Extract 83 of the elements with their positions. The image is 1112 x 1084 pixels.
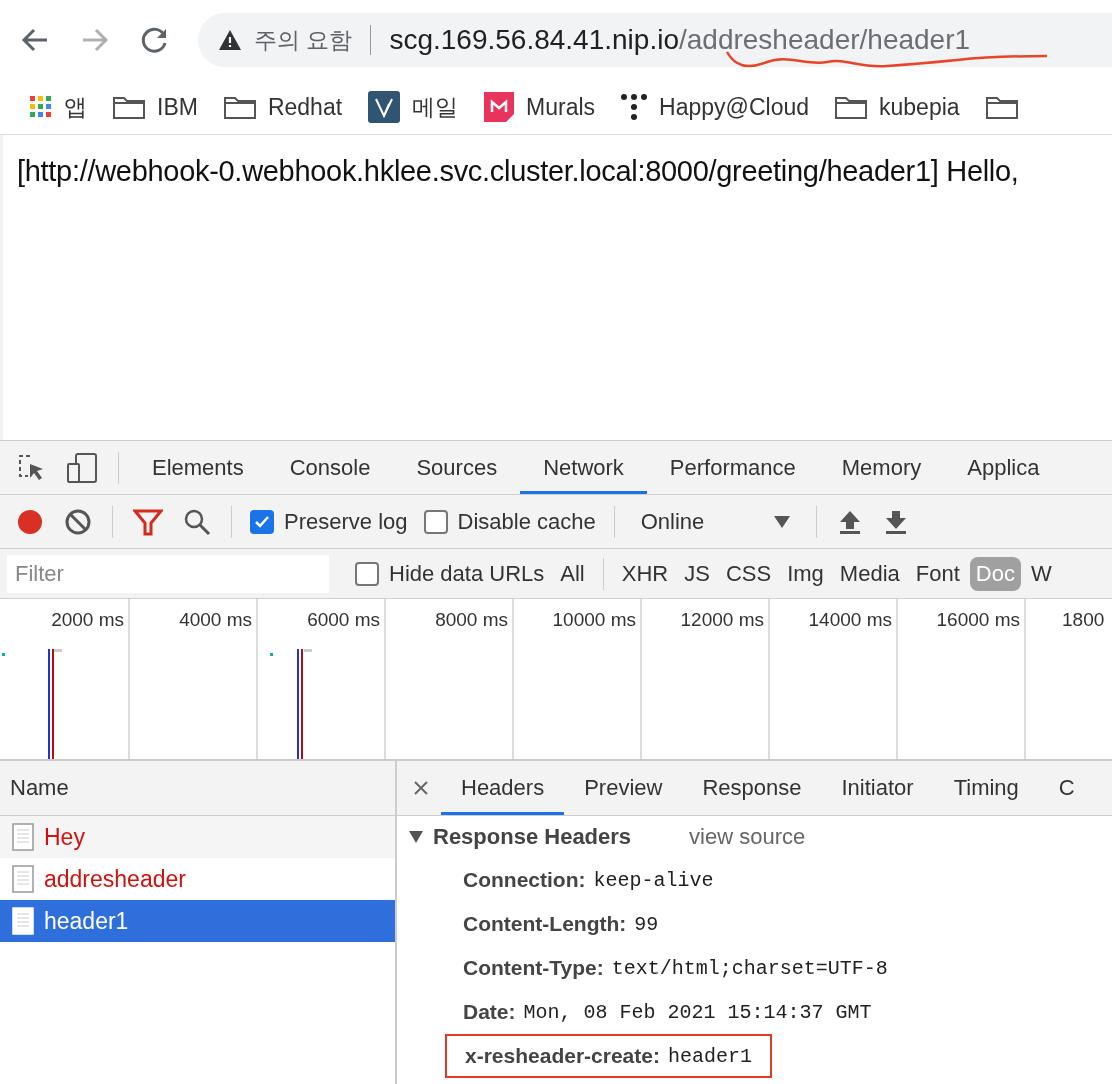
header-value: Mon, 08 Feb 2021 15:14:37 GMT bbox=[523, 1000, 872, 1024]
type-filter-button[interactable]: Font bbox=[909, 556, 966, 591]
devtools-tab[interactable]: Applica bbox=[944, 441, 1063, 494]
time-tick-label: 8000 ms bbox=[435, 609, 508, 632]
warning-icon bbox=[218, 29, 242, 51]
bookmark-item[interactable]: IBM bbox=[113, 93, 198, 121]
detail-tab[interactable]: Response bbox=[682, 761, 822, 815]
type-filter-button[interactable]: W bbox=[1024, 556, 1058, 591]
checkbox[interactable] bbox=[250, 509, 274, 534]
type-filter-button[interactable]: Img bbox=[781, 556, 830, 591]
view-source-link[interactable]: view source bbox=[689, 824, 806, 850]
dropdown-arrow-icon bbox=[774, 515, 791, 528]
header-value: text/html;charset=UTF-8 bbox=[611, 956, 888, 980]
header-name: x-resheader-create: bbox=[465, 1044, 660, 1068]
detail-tab[interactable]: Preview bbox=[564, 761, 683, 815]
section-title: Response Headers bbox=[433, 824, 632, 850]
throttling-select[interactable]: Online bbox=[634, 507, 797, 536]
bookmark-item[interactable]: 메일 bbox=[368, 91, 459, 123]
bookmark-item[interactable]: Redhat bbox=[223, 93, 343, 121]
record-button[interactable] bbox=[16, 507, 44, 536]
detail-tab[interactable]: Headers bbox=[441, 761, 565, 815]
devtools-tab[interactable]: Performance bbox=[646, 441, 819, 494]
bookmark-item[interactable]: Murals bbox=[484, 92, 596, 122]
header-name: Date: bbox=[463, 1000, 516, 1024]
document-icon bbox=[12, 865, 34, 893]
time-tick-label: 1800 bbox=[1062, 609, 1105, 632]
column-header: Name bbox=[10, 775, 69, 801]
header-name: Content-Length: bbox=[463, 912, 627, 936]
search-icon[interactable] bbox=[183, 507, 211, 536]
type-filter-button[interactable]: XHR bbox=[615, 556, 675, 591]
header-value: header1 bbox=[667, 1044, 752, 1068]
request-row[interactable]: header1 bbox=[0, 900, 395, 942]
folder-icon bbox=[113, 95, 145, 119]
request-row[interactable]: Hey bbox=[0, 816, 395, 858]
address-bar[interactable]: 주의 요함 scg.169.56.84.41.nip.io/addresheader/header1 bbox=[198, 13, 1112, 67]
time-tick-label: 10000 ms bbox=[552, 609, 636, 632]
time-tick-label: 6000 ms bbox=[307, 609, 380, 632]
bookmark-item[interactable]: 앱 bbox=[30, 91, 87, 123]
type-filter-button[interactable]: JS bbox=[678, 556, 716, 591]
filter-icon[interactable] bbox=[133, 507, 163, 536]
document-icon bbox=[12, 823, 34, 851]
type-filter-button[interactable]: All bbox=[554, 556, 591, 591]
detail-tab[interactable]: Initiator bbox=[821, 761, 934, 815]
type-filter-button[interactable]: CSS bbox=[719, 556, 778, 591]
page-text: [http://webhook-0.webhook.hklee.svc.cluster.local:8000/greeting/header1] Hello, bbox=[17, 155, 1019, 187]
device-icon[interactable] bbox=[66, 451, 98, 484]
time-tick-label: 12000 ms bbox=[680, 609, 764, 632]
header-name: Content-Type: bbox=[463, 956, 604, 980]
time-tick-label: 2000 ms bbox=[51, 609, 124, 632]
time-tick-label: 14000 ms bbox=[808, 609, 892, 632]
close-icon[interactable] bbox=[413, 780, 429, 796]
time-tick-label: 4000 ms bbox=[179, 609, 252, 632]
clear-icon[interactable] bbox=[64, 507, 92, 536]
devtools-tab[interactable]: Elements bbox=[129, 441, 267, 494]
document-icon bbox=[12, 907, 34, 935]
time-tick-label: 16000 ms bbox=[936, 609, 1020, 632]
apps-icon bbox=[30, 96, 52, 118]
devtools-tab[interactable]: Memory bbox=[818, 441, 945, 494]
devtools-tab[interactable]: Console bbox=[266, 441, 394, 494]
header-value: keep-alive bbox=[593, 868, 714, 892]
security-label: 주의 요함 bbox=[254, 25, 353, 55]
devtools-tab[interactable]: Sources bbox=[393, 441, 521, 494]
filter-field[interactable]: Filter bbox=[7, 554, 329, 593]
murals-logo-icon bbox=[484, 92, 515, 122]
type-filter-button[interactable]: Media bbox=[833, 556, 906, 591]
url-host: scg.169.56.84.41.nip.io bbox=[389, 24, 679, 56]
header-name: Connection: bbox=[463, 868, 586, 892]
detail-tab[interactable]: C bbox=[1038, 761, 1095, 815]
checkbox-label: Hide data URLs bbox=[389, 560, 545, 587]
detail-tab[interactable]: Timing bbox=[933, 761, 1039, 815]
folder-icon bbox=[835, 95, 867, 119]
checkbox-label: Preserve log bbox=[284, 508, 408, 535]
url-path: /addresheader/header1 bbox=[678, 24, 971, 56]
folder-icon bbox=[223, 95, 256, 119]
folder-icon bbox=[985, 95, 1018, 119]
bookmark-item[interactable]: Happy@Cloud bbox=[621, 93, 809, 121]
checkbox[interactable] bbox=[355, 561, 379, 586]
checkbox-label: Disable cache bbox=[457, 508, 596, 535]
header-value: 99 bbox=[634, 912, 659, 936]
checkbox[interactable] bbox=[423, 509, 448, 534]
dots-icon bbox=[621, 93, 648, 121]
bookmark-item[interactable]: kubepia bbox=[835, 93, 960, 121]
expand-arrow-icon[interactable] bbox=[409, 831, 423, 843]
